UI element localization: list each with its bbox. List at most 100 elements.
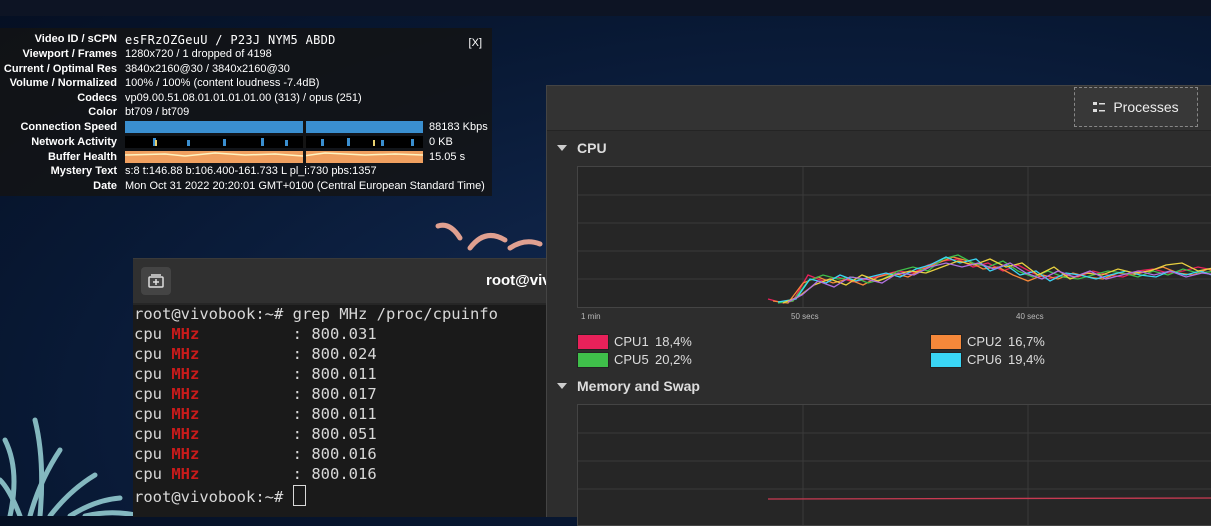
terminal-output-line: cpu MHz : 800.031 [134,325,377,343]
memory-history-graph [577,404,1211,526]
cpu-mhz-value: 800.011 [311,365,377,383]
buffer-health-graph [125,151,423,163]
terminal-output-line: cpu MHz : 800.011 [134,405,377,423]
desktop-top-panel [0,0,1211,16]
cpu-history-graph [577,166,1211,308]
expand-triangle-icon [557,145,567,151]
stats-row-date: Date Mon Oct 31 2022 20:20:01 GMT+0100 (… [0,180,492,194]
cpu-mhz-value: 800.016 [311,465,377,483]
wallpaper-coral [0,417,138,516]
color-swatch[interactable] [577,352,609,368]
stats-label: Current / Optimal Res [3,63,117,75]
color-swatch[interactable] [577,334,609,350]
expand-triangle-icon [557,383,567,389]
list-icon [1093,102,1106,112]
cpu-mhz-value: 800.051 [311,425,377,443]
legend-name: CPU5 [614,352,649,367]
stats-value: vp09.00.51.08.01.01.01.01.00 (313) / opu… [125,92,362,104]
stats-label: Network Activity [31,136,117,148]
stats-row-mystery-text: Mystery Text s:8 t:146.88 b:106.400-161.… [0,165,492,179]
mhz-match: MHz [171,425,200,443]
stats-value: 1280x720 / 1 dropped of 4198 [125,48,272,60]
memory-section-header[interactable]: Memory and Swap [557,378,700,394]
stats-row-buffer-health: Buffer Health 15.05 s [0,151,492,165]
cpu-mhz-value: 800.016 [311,445,377,463]
stats-label: Codecs [77,92,117,104]
mhz-match: MHz [171,385,200,403]
wallpaper-anemone [435,222,543,251]
stats-value: 3840x2160@30 / 3840x2160@30 [125,63,290,75]
time-axis-label: 40 secs [1016,312,1044,321]
stats-label: Volume / Normalized [9,77,117,89]
stats-label: Color [88,106,117,118]
memory-section-title: Memory and Swap [577,378,700,394]
cpu-word: cpu [134,365,162,383]
cpu-mhz-value: 800.024 [311,345,377,363]
network-activity-graph [125,136,423,148]
stats-value: s:8 t:146.88 b:106.400-161.733 L pl_i:73… [125,165,377,177]
new-tab-icon [148,274,164,288]
stats-value: 100% / 100% (content loudness -7.4dB) [125,77,320,89]
cpu-word: cpu [134,445,162,463]
cpu-word: cpu [134,465,162,483]
terminal-prompt: root@vivobook:~# [134,488,293,506]
mhz-match: MHz [171,405,200,423]
terminal-output-line: cpu MHz : 800.016 [134,445,377,463]
terminal-command-line: root@vivobook:~# grep MHz /proc/cpuinfo [134,305,498,325]
stats-row-volume: Volume / Normalized 100% / 100% (content… [0,77,492,91]
system-monitor-headerbar: Processes [547,86,1211,131]
cpu-mhz-value: 800.017 [311,385,377,403]
color-swatch[interactable] [930,334,962,350]
stats-row-codecs: Codecs vp09.00.51.08.01.01.01.01.00 (313… [0,92,492,106]
stats-value: bt709 / bt709 [125,106,190,118]
terminal-current-line[interactable]: root@vivobook:~# [134,485,306,506]
connection-speed-bar [125,121,423,133]
stats-value: 15.05 s [429,151,466,163]
stats-value: 88183 Kbps [429,121,488,133]
cpu-word: cpu [134,325,162,343]
legend-value: 19,4% [1008,352,1045,367]
legend-name: CPU6 [967,352,1002,367]
time-axis-label: 1 min [581,312,601,321]
terminal-titlebar[interactable]: root@vivo [133,259,560,303]
stats-label: Mystery Text [50,165,117,177]
cpu-word: cpu [134,345,162,363]
processes-tab-button[interactable]: Processes [1074,87,1198,127]
terminal-command: grep MHz /proc/cpuinfo [292,305,498,323]
stats-row-connection-speed: Connection Speed 88183 Kbps [0,121,492,135]
cpu-word: cpu [134,385,162,403]
terminal-output-line: cpu MHz : 800.016 [134,465,377,483]
stats-value: Mon Oct 31 2022 20:20:01 GMT+0100 (Centr… [125,180,485,192]
mhz-match: MHz [171,325,200,343]
terminal-output-line: cpu MHz : 800.011 [134,365,377,383]
new-tab-button[interactable] [141,267,171,295]
legend-value: 18,4% [655,334,692,349]
processes-label: Processes [1113,99,1179,115]
terminal-window[interactable]: root@vivo root@vivobook:~# grep MHz /pro… [133,258,560,517]
stats-label: Connection Speed [20,121,117,133]
mhz-match: MHz [171,465,200,483]
stats-value: 0 KB [429,136,453,148]
system-monitor-window[interactable]: Processes CPU 1 min 50 secs 40 secs CPU1… [546,85,1211,526]
stats-label: Video ID / sCPN [34,33,117,45]
stats-row-video-id: Video ID / sCPN esFRzOZGeuU / P23J NYM5 … [0,33,492,47]
stats-row-resolution: Current / Optimal Res 3840x2160@30 / 384… [0,63,492,77]
terminal-prompt: root@vivobook:~# [134,305,293,323]
cpu-mhz-value: 800.031 [311,325,377,343]
terminal-output[interactable]: root@vivobook:~# grep MHz /proc/cpuinfo … [133,305,553,517]
cpu-word: cpu [134,425,162,443]
stats-row-viewport: Viewport / Frames 1280x720 / 1 dropped o… [0,48,492,62]
legend-value: 16,7% [1008,334,1045,349]
color-swatch[interactable] [930,352,962,368]
stats-row-network-activity: Network Activity 0 KB [0,136,492,150]
cpu-word: cpu [134,405,162,423]
stats-for-nerds-panel: [X] Video ID / sCPN esFRzOZGeuU / P23J N… [0,28,492,196]
legend-name: CPU2 [967,334,1002,349]
mhz-match: MHz [171,345,200,363]
stats-label: Date [93,180,117,192]
cpu-section-header[interactable]: CPU [557,140,607,156]
stats-label: Viewport / Frames [22,48,117,60]
cpu-mhz-value: 800.011 [311,405,377,423]
terminal-cursor [292,485,306,506]
terminal-output-line: cpu MHz : 800.017 [134,385,377,403]
